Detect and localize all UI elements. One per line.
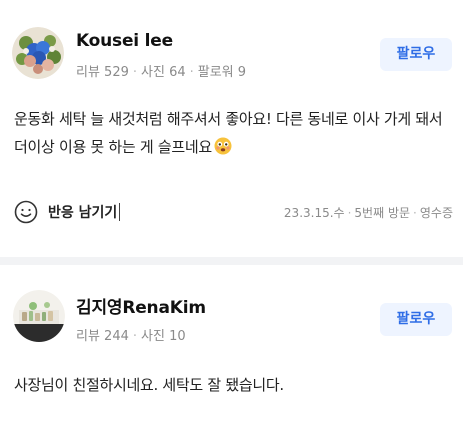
separator-dot: · [132, 329, 138, 344]
review-count: 리뷰 244 [76, 329, 129, 344]
text-caret [119, 203, 121, 221]
photo-count: 사진 64 [141, 65, 186, 80]
smiley-icon [14, 200, 38, 224]
visit-count: 5번째 방문 [354, 206, 411, 220]
separator-dot: · [132, 65, 138, 80]
review-divider [0, 257, 463, 265]
follower-count: 팔로워 9 [197, 65, 247, 80]
cafe-avatar-icon [13, 290, 65, 342]
separator-dot: · [413, 206, 417, 220]
review-text[interactable]: 운동화 세탁 늘 새것처럼 해주셔서 좋아요! 다른 동네로 이사 가게 돼서 … [14, 105, 454, 161]
react-label: 반응 남기기 [48, 205, 118, 221]
visit-date: 23.3.15.수 [283, 206, 345, 220]
review-count: 리뷰 529 [76, 65, 129, 80]
reviewer-name[interactable]: Kousei lee [76, 31, 173, 51]
separator-dot: · [347, 206, 352, 220]
reviewer-name[interactable]: 김지영RenaKim [76, 293, 206, 318]
avatar[interactable] [12, 27, 64, 79]
receipt-badge: 영수증 [419, 206, 453, 220]
reviewer-stats: 리뷰 244 · 사진 10 [76, 325, 186, 344]
avatar[interactable] [13, 290, 65, 342]
follow-button[interactable]: 팔로우 [380, 38, 452, 71]
flower-avatar-icon [12, 27, 64, 79]
photo-count: 사진 10 [141, 329, 186, 344]
react-button[interactable]: 반응 남기기 [14, 199, 121, 225]
review-text[interactable]: 사장님이 친절하시네요. 세탁도 잘 됐습니다. [14, 371, 454, 399]
follow-button[interactable]: 팔로우 [380, 303, 452, 336]
flushed-face-emoji-icon [214, 137, 232, 155]
review-meta: 23.3.15.수 · 5번째 방문 · 영수증 [284, 204, 453, 221]
separator-dot: · [189, 65, 194, 80]
reviewer-stats: 리뷰 529 · 사진 64 · 팔로워 9 [76, 61, 246, 80]
review-card: Kousei lee 리뷰 529 · 사진 64 · 팔로워 9 팔로우 운동화 세탁… [0, 0, 463, 257]
